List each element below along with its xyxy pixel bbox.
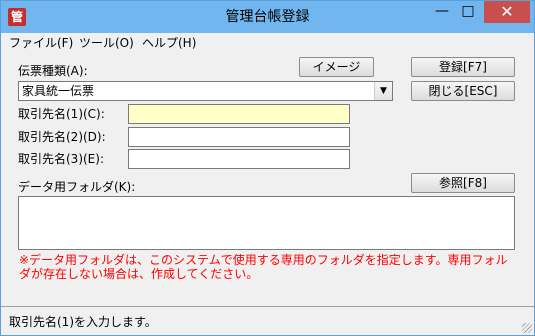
image-button[interactable]: イメージ <box>299 57 374 77</box>
status-text: 取引先名(1)を入力します。 <box>9 315 157 329</box>
main-window: 管 管理台帳登録 — □ ✕ ファイル(F) ツール(O) ヘルプ(H) 伝票種… <box>0 0 535 336</box>
client3-label: 取引先名(3)(E): <box>18 152 104 166</box>
maximize-button[interactable]: □ <box>455 1 481 23</box>
slip-type-select[interactable]: 家具統一伝票 ▼ <box>18 81 393 101</box>
resize-grip-icon[interactable] <box>522 323 532 333</box>
menu-bar: ファイル(F) ツール(O) ヘルプ(H) <box>1 33 534 53</box>
close-button[interactable]: 閉じる[ESC] <box>411 81 515 101</box>
client1-input[interactable] <box>128 104 350 124</box>
register-button[interactable]: 登録[F7] <box>411 57 515 77</box>
menu-help[interactable]: ヘルプ(H) <box>142 35 196 51</box>
status-bar: 取引先名(1)を入力します。 <box>1 306 534 335</box>
minimize-button[interactable]: — <box>429 1 455 23</box>
folder-note: ※データ用フォルダは、このシステムで使用する専用のフォルダを指定します。専用フォ… <box>19 253 508 281</box>
menu-file[interactable]: ファイル(F) <box>9 35 73 51</box>
client3-input[interactable] <box>128 149 350 169</box>
close-window-button[interactable]: ✕ <box>484 1 530 23</box>
client1-label: 取引先名(1)(C): <box>18 107 105 121</box>
data-folder-label: データ用フォルダ(K): <box>18 180 136 194</box>
client2-input[interactable] <box>128 127 350 147</box>
menu-tools[interactable]: ツール(O) <box>79 35 134 51</box>
data-folder-input[interactable] <box>18 196 515 250</box>
title-bar[interactable]: 管 管理台帳登録 — □ ✕ <box>1 1 534 33</box>
slip-type-value: 家具統一伝票 <box>22 84 95 98</box>
client2-label: 取引先名(2)(D): <box>18 130 106 144</box>
chevron-down-icon[interactable]: ▼ <box>374 82 392 100</box>
slip-type-label: 伝票種類(A): <box>18 64 88 78</box>
browse-button[interactable]: 参照[F8] <box>411 173 515 193</box>
